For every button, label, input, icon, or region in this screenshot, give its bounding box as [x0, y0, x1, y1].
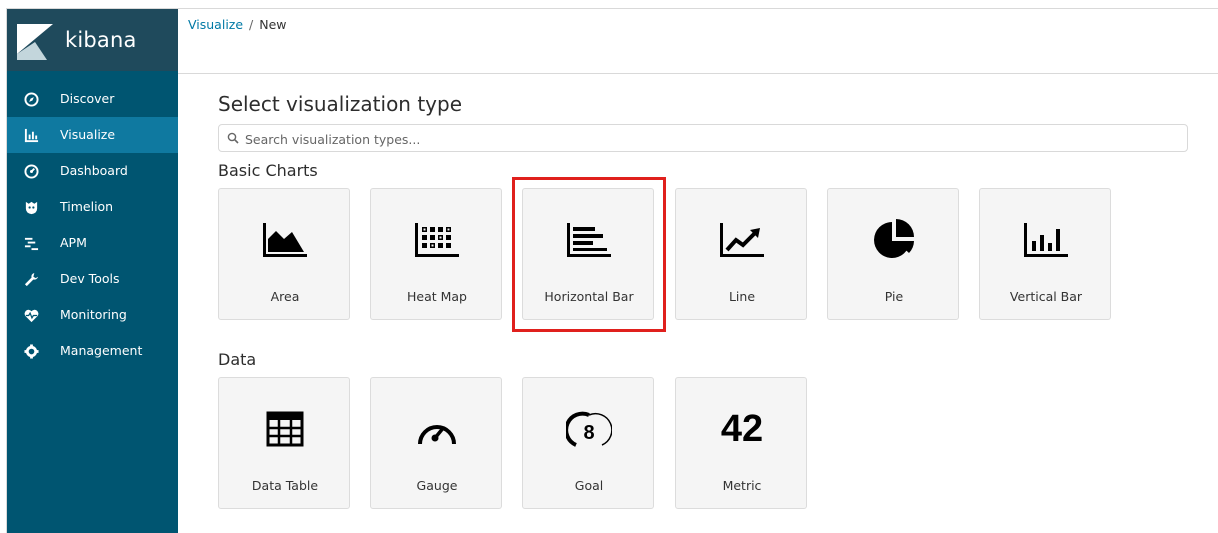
table-icon	[219, 408, 351, 450]
area-chart-icon	[219, 219, 351, 261]
sidebar-item-apm[interactable]: APM	[7, 225, 178, 261]
sidebar-item-label: Dev Tools	[60, 271, 120, 286]
breadcrumb-current: New	[259, 17, 287, 32]
compass-icon	[23, 91, 39, 107]
dashboard-icon	[23, 163, 39, 179]
vis-card-vertical-bar[interactable]: Vertical Bar	[979, 188, 1111, 320]
section-title-data: Data	[218, 350, 257, 369]
breadcrumb: Visualize / New	[188, 17, 287, 32]
selection-highlight-box	[512, 177, 666, 332]
sidebar-item-label: APM	[60, 235, 87, 250]
sidebar-item-visualize[interactable]: Visualize	[7, 117, 178, 153]
line-chart-icon	[676, 219, 808, 261]
sidebar: kibana Discover Visualize Dashboard Time…	[7, 9, 178, 533]
sidebar-item-label: Management	[60, 343, 143, 358]
vis-card-metric[interactable]: 42 Metric	[675, 377, 807, 509]
vis-card-label: Line	[728, 289, 756, 304]
search-icon	[227, 132, 239, 144]
sidebar-item-monitoring[interactable]: Monitoring	[7, 297, 178, 333]
heat-map-icon	[371, 219, 503, 261]
sidebar-item-label: Discover	[60, 91, 115, 106]
sidebar-item-management[interactable]: Management	[7, 333, 178, 369]
sidebar-item-label: Timelion	[60, 199, 114, 214]
sidebar-item-label: Monitoring	[60, 307, 127, 322]
metric-icon-value: 42	[720, 407, 764, 450]
timelion-icon	[23, 199, 39, 215]
wrench-icon	[23, 271, 39, 287]
sidebar-item-dev-tools[interactable]: Dev Tools	[7, 261, 178, 297]
sidebar-item-dashboard[interactable]: Dashboard	[7, 153, 178, 189]
pie-chart-icon	[828, 219, 960, 261]
kibana-logo-icon	[17, 24, 53, 60]
breadcrumb-link-visualize[interactable]: Visualize	[188, 17, 243, 32]
gear-icon	[23, 343, 39, 359]
section-title-basic-charts: Basic Charts	[218, 161, 318, 180]
heartbeat-icon	[23, 307, 39, 323]
vis-card-label: Data Table	[251, 478, 319, 493]
brand-name: kibana	[65, 28, 137, 52]
vis-card-pie[interactable]: Pie	[827, 188, 959, 320]
vis-card-gauge[interactable]: Gauge	[370, 377, 502, 509]
vis-card-label: Metric	[722, 478, 762, 493]
vis-card-heat-map[interactable]: Heat Map	[370, 188, 502, 320]
vis-card-label: Area	[270, 289, 300, 304]
vis-card-label: Goal	[574, 478, 604, 493]
goal-icon: 8	[523, 408, 655, 450]
vis-card-label: Pie	[884, 289, 904, 304]
vis-card-line[interactable]: Line	[675, 188, 807, 320]
vis-card-area[interactable]: Area	[218, 188, 350, 320]
breadcrumb-separator: /	[249, 17, 254, 32]
sidebar-item-label: Dashboard	[60, 163, 128, 178]
vis-card-label: Vertical Bar	[1009, 289, 1083, 304]
bar-chart-icon	[23, 127, 39, 143]
sidebar-item-discover[interactable]: Discover	[7, 81, 178, 117]
sidebar-item-label: Visualize	[60, 127, 116, 142]
gauge-icon	[371, 408, 503, 450]
top-bar: Visualize / New	[178, 9, 1218, 74]
metric-icon: 42	[676, 408, 808, 450]
vertical-bar-icon	[980, 219, 1112, 261]
vis-card-label: Gauge	[416, 478, 458, 493]
vis-card-label: Heat Map	[406, 289, 467, 304]
sidebar-nav: Discover Visualize Dashboard Timelion AP…	[7, 81, 178, 369]
search-box[interactable]	[218, 124, 1188, 152]
vis-card-goal[interactable]: 8 Goal	[522, 377, 654, 509]
vis-card-data-table[interactable]: Data Table	[218, 377, 350, 509]
page-title: Select visualization type	[218, 92, 463, 116]
search-input[interactable]	[243, 128, 1177, 150]
apm-icon	[23, 235, 39, 251]
sidebar-item-timelion[interactable]: Timelion	[7, 189, 178, 225]
goal-icon-value: 8	[583, 422, 594, 444]
brand-logo[interactable]: kibana	[7, 9, 178, 71]
